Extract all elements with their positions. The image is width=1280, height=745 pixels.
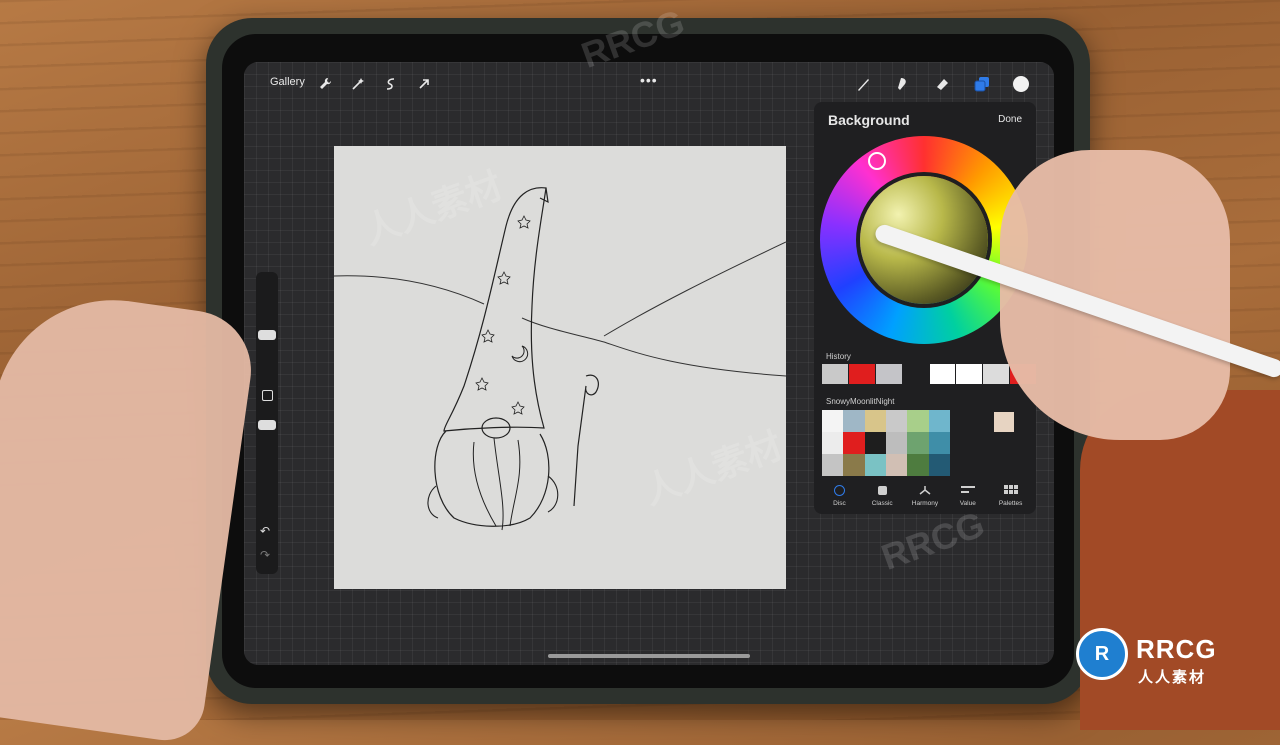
classic-icon bbox=[862, 484, 902, 496]
palette-name: SnowyMoonlitNight bbox=[826, 397, 895, 406]
palette-swatch[interactable] bbox=[907, 432, 929, 454]
history-label: History bbox=[826, 352, 851, 361]
palette-swatch[interactable] bbox=[864, 454, 886, 476]
palette-swatch[interactable] bbox=[843, 432, 865, 454]
gallery-button[interactable]: Gallery bbox=[270, 76, 305, 88]
history-swatch[interactable] bbox=[983, 364, 1010, 384]
tab-classic[interactable]: Classic bbox=[862, 482, 902, 512]
brush-icon[interactable] bbox=[854, 74, 874, 94]
tab-label: Palettes bbox=[998, 500, 1023, 507]
harmony-icon bbox=[905, 484, 945, 496]
rrcg-logo: R RRCG 人人素材 bbox=[1076, 626, 1276, 696]
color-mode-tabs: Disc Classic Harmony Value Palettes bbox=[818, 482, 1032, 512]
selected-color-swatch[interactable] bbox=[994, 412, 1014, 432]
palette-swatch[interactable] bbox=[864, 432, 886, 454]
tab-label: Disc bbox=[833, 500, 846, 507]
palette-swatch[interactable] bbox=[822, 454, 844, 476]
left-sidebar: ↶ ↷ bbox=[256, 272, 278, 574]
redo-icon[interactable]: ↷ bbox=[260, 548, 270, 562]
magic-wand-icon[interactable] bbox=[348, 74, 368, 94]
palette-swatch[interactable] bbox=[864, 410, 886, 432]
transform-arrow-icon[interactable] bbox=[414, 74, 434, 94]
palette-swatch[interactable] bbox=[928, 432, 950, 454]
selection-icon[interactable] bbox=[381, 74, 401, 94]
done-button[interactable]: Done bbox=[998, 114, 1022, 125]
hue-picker[interactable] bbox=[868, 152, 886, 170]
procreate-screen: Gallery ••• ↶ ↷ Background Done History … bbox=[244, 62, 1054, 665]
panel-title: Background bbox=[828, 112, 910, 128]
wrench-icon[interactable] bbox=[316, 74, 336, 94]
disc-icon bbox=[819, 484, 859, 496]
palette-grid bbox=[822, 410, 950, 476]
home-indicator[interactable] bbox=[548, 654, 750, 658]
palette-swatch[interactable] bbox=[886, 410, 908, 432]
palette-swatch[interactable] bbox=[886, 432, 908, 454]
smudge-icon[interactable] bbox=[892, 74, 912, 94]
value-icon bbox=[948, 484, 988, 496]
modify-button[interactable] bbox=[262, 390, 273, 401]
palette-swatch[interactable] bbox=[843, 410, 865, 432]
palette-swatch[interactable] bbox=[907, 454, 929, 476]
history-swatches bbox=[822, 364, 1036, 384]
logo-sub: 人人素材 bbox=[1138, 669, 1207, 686]
palette-swatch[interactable] bbox=[843, 454, 865, 476]
more-options-icon[interactable]: ••• bbox=[640, 72, 658, 88]
palettes-icon bbox=[991, 484, 1031, 496]
rrcg-logo-mark: R bbox=[1076, 628, 1128, 680]
logo-brand: RRCG bbox=[1136, 634, 1217, 664]
history-swatch[interactable] bbox=[822, 364, 848, 384]
tab-label: Classic bbox=[871, 500, 893, 507]
tab-label: Harmony bbox=[911, 500, 939, 507]
history-swatch[interactable] bbox=[848, 364, 875, 384]
palette-swatch[interactable] bbox=[886, 454, 908, 476]
opacity-slider[interactable] bbox=[258, 420, 276, 430]
brush-size-slider[interactable] bbox=[258, 330, 276, 340]
palette-swatch[interactable] bbox=[928, 410, 950, 432]
palette-swatch[interactable] bbox=[822, 432, 844, 454]
top-toolbar: Gallery ••• bbox=[244, 62, 1054, 102]
history-swatch[interactable] bbox=[902, 364, 929, 384]
palette-swatch[interactable] bbox=[928, 454, 950, 476]
tab-disc[interactable]: Disc bbox=[819, 482, 859, 512]
history-swatch[interactable] bbox=[875, 364, 902, 384]
layers-icon[interactable] bbox=[972, 74, 992, 94]
palette-swatch[interactable] bbox=[907, 410, 929, 432]
tab-palettes[interactable]: Palettes bbox=[991, 482, 1031, 512]
history-swatch[interactable] bbox=[929, 364, 956, 384]
tab-harmony[interactable]: Harmony bbox=[905, 482, 945, 512]
current-color-button[interactable] bbox=[1013, 76, 1029, 92]
eraser-icon[interactable] bbox=[932, 74, 952, 94]
undo-icon[interactable]: ↶ bbox=[260, 524, 270, 538]
palette-swatch[interactable] bbox=[822, 410, 844, 432]
history-swatch[interactable] bbox=[956, 364, 983, 384]
